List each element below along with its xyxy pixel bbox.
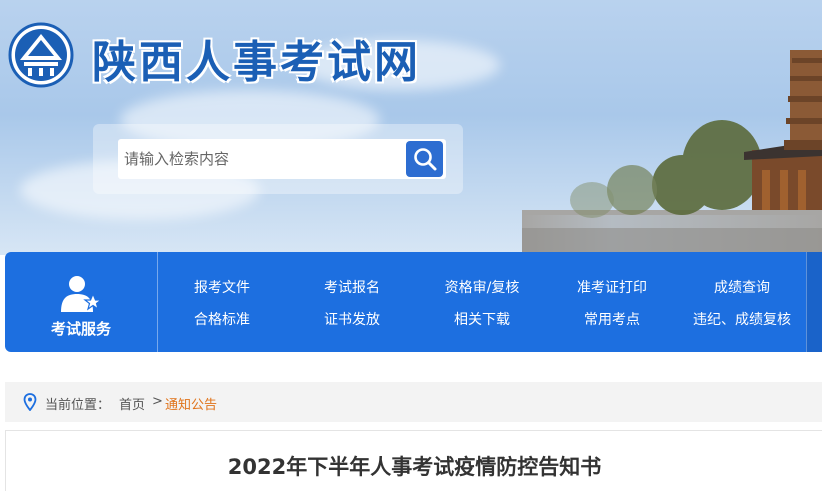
search-icon xyxy=(413,148,436,171)
exam-service-block[interactable]: 考试服务 xyxy=(5,252,158,352)
nav-link-violation-review[interactable]: 违纪、成绩复核 xyxy=(677,309,807,329)
user-star-icon xyxy=(61,276,103,312)
breadcrumb-label: 当前位置： xyxy=(45,398,111,413)
nav-edge-tab xyxy=(806,252,822,352)
breadcrumb-current[interactable]: 通知公告 xyxy=(165,394,217,413)
exam-service-label: 考试服务 xyxy=(50,320,111,338)
site-logo[interactable] xyxy=(8,22,74,88)
search-input[interactable] xyxy=(118,139,404,179)
nav-link-admission-ticket[interactable]: 准考证打印 xyxy=(547,277,677,297)
nav-link-score-query[interactable]: 成绩查询 xyxy=(677,277,807,297)
breadcrumb-home-link[interactable]: 首页 xyxy=(119,394,145,413)
site-title[interactable]: 陕西人事考试网 xyxy=(92,26,421,90)
nav-link-qualification-review[interactable]: 资格审/复核 xyxy=(417,277,547,297)
breadcrumb-separator: > xyxy=(152,394,163,409)
nav-link-registration[interactable]: 考试报名 xyxy=(287,277,417,297)
search-button[interactable] xyxy=(406,141,443,177)
pagoda-logo-icon xyxy=(8,22,74,88)
nav-link-exam-sites[interactable]: 常用考点 xyxy=(547,309,677,329)
article-container: 2022年下半年人事考试疫情防控告知书 xyxy=(5,430,822,491)
pagoda-scene-image xyxy=(522,50,822,255)
nav-links: 报考文件 考试报名 资格审/复核 准考证打印 成绩查询 合格标准 证书发放 相关… xyxy=(157,252,812,352)
nav-link-application-docs[interactable]: 报考文件 xyxy=(157,277,287,297)
main-nav: 考试服务 报考文件 考试报名 资格审/复核 准考证打印 成绩查询 合格标准 证书… xyxy=(5,252,822,352)
nav-link-downloads[interactable]: 相关下载 xyxy=(417,309,547,329)
location-pin-icon xyxy=(23,393,37,411)
nav-link-certificate[interactable]: 证书发放 xyxy=(287,309,417,329)
article-title: 2022年下半年人事考试疫情防控告知书 xyxy=(227,455,602,479)
breadcrumb: 当前位置： 首页 > 通知公告 xyxy=(5,382,822,422)
nav-link-pass-standard[interactable]: 合格标准 xyxy=(157,309,287,329)
